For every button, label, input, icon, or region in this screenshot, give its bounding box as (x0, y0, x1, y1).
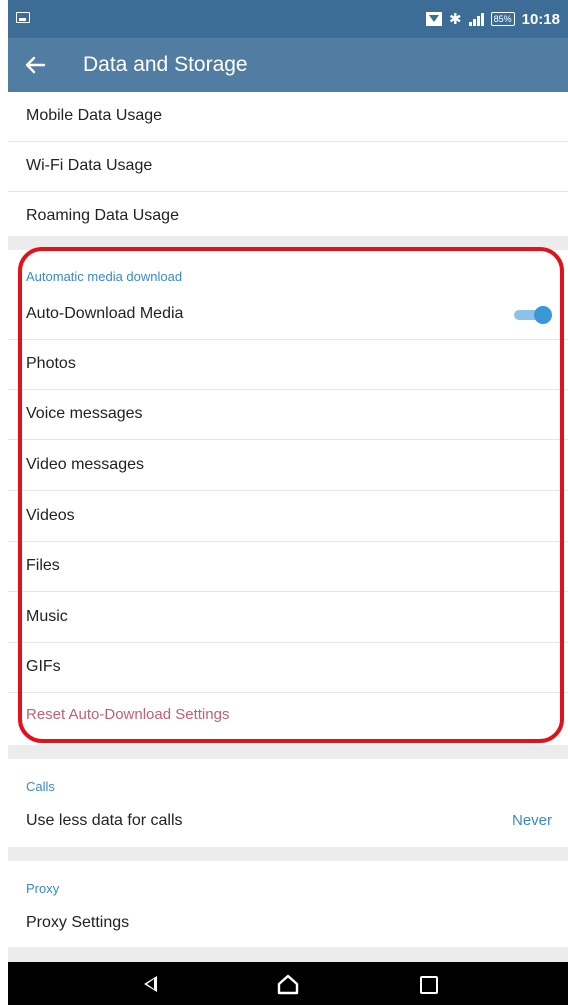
section-header-proxy: Proxy (26, 881, 60, 896)
status-bar: ✱ 85% 10:18 (8, 0, 568, 38)
section-divider (8, 236, 568, 250)
list-item-video-messages[interactable]: Video messages (8, 441, 568, 491)
nav-home-icon[interactable] (276, 973, 300, 995)
list-item-label: Proxy Settings (26, 914, 130, 931)
list-item-roaming-data-usage[interactable]: Roaming Data Usage (8, 192, 568, 242)
section-divider (8, 745, 568, 759)
section-header-auto-download: Automatic media download (26, 269, 183, 284)
nav-recents-icon[interactable] (420, 976, 438, 994)
toggle-knob (534, 306, 552, 324)
back-arrow-icon[interactable] (22, 52, 48, 78)
section-header-calls: Calls (26, 779, 55, 794)
list-item-gifs[interactable]: GIFs (8, 643, 568, 693)
section-divider (8, 947, 568, 962)
bluetooth-icon: ✱ (449, 10, 462, 28)
list-item-photos[interactable]: Photos (8, 340, 568, 390)
auto-download-media-toggle-row[interactable]: Auto-Download Media (8, 290, 568, 340)
section-header-row: Proxy (8, 861, 568, 901)
auto-download-toggle[interactable] (514, 306, 552, 324)
app-bar: Data and Storage (8, 38, 568, 92)
screenshot-notification-icon (16, 12, 30, 23)
section-divider (8, 847, 568, 861)
list-item-label: Files (26, 557, 60, 574)
section-header-row: Automatic media download (8, 250, 568, 290)
navigation-bar (8, 962, 568, 1005)
list-item-label: GIFs (26, 658, 61, 675)
list-item-videos[interactable]: Videos (8, 492, 568, 542)
list-item-label: Mobile Data Usage (26, 107, 163, 124)
nav-back-icon[interactable] (144, 976, 157, 992)
list-item-label: Use less data for calls (26, 812, 183, 829)
list-item-label: Videos (26, 507, 75, 524)
list-item-label: Auto-Download Media (26, 305, 184, 322)
list-item-files[interactable]: Files (8, 542, 568, 592)
list-item-label: Video messages (26, 456, 144, 473)
list-item-music[interactable]: Music (8, 593, 568, 643)
list-item-label: Voice messages (26, 405, 143, 422)
status-icons: ✱ 85% 10:18 (426, 9, 560, 29)
reset-auto-download-button[interactable]: Reset Auto-Download Settings (26, 706, 229, 723)
proxy-settings-row[interactable]: Proxy Settings (8, 899, 568, 947)
list-item-wifi-data-usage[interactable]: Wi-Fi Data Usage (8, 142, 568, 192)
list-item-label: Music (26, 608, 68, 625)
reset-auto-download-row[interactable]: Reset Auto-Download Settings (8, 693, 568, 743)
download-notification-icon (426, 12, 443, 26)
list-item-label: Wi-Fi Data Usage (26, 157, 153, 174)
use-less-data-for-calls-row[interactable]: Use less data for calls Never (8, 797, 568, 847)
signal-icon (468, 12, 484, 26)
calls-data-value: Never (511, 812, 552, 829)
list-item-mobile-data-usage[interactable]: Mobile Data Usage (8, 92, 568, 142)
list-item-label: Photos (26, 355, 76, 372)
battery-indicator: 85% (490, 12, 515, 26)
list-item-label: Roaming Data Usage (26, 207, 179, 224)
status-time: 10:18 (521, 10, 560, 28)
list-item-voice-messages[interactable]: Voice messages (8, 390, 568, 440)
section-header-row: Calls (8, 759, 568, 799)
page-title: Data and Storage (83, 53, 248, 76)
screen: ✱ 85% 10:18 Data and Storage Mobile Data… (8, 0, 568, 1005)
